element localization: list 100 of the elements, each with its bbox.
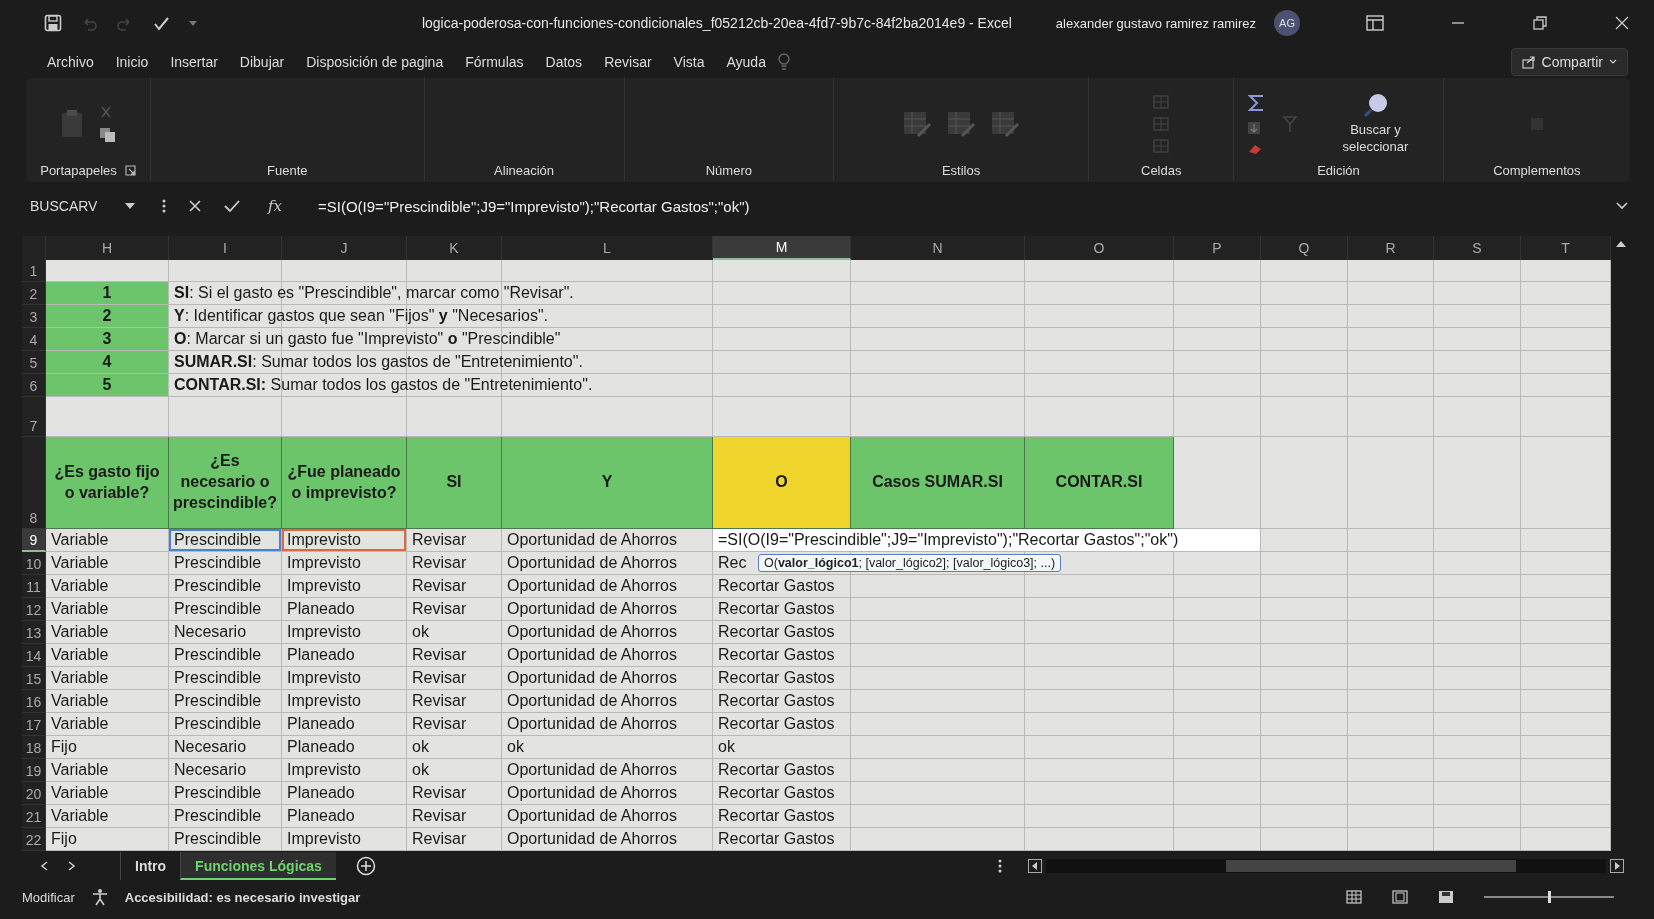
lightbulb-icon[interactable] — [776, 52, 791, 72]
row-header[interactable]: 19 — [22, 759, 46, 782]
column-header[interactable]: O — [1025, 236, 1174, 260]
table-cell: Prescindible — [169, 713, 282, 736]
ribbon-tab[interactable]: Ayuda — [715, 50, 777, 74]
row-header[interactable]: 10 — [22, 552, 46, 575]
row-header[interactable]: 14 — [22, 644, 46, 667]
table-cell: Fijo — [46, 736, 169, 759]
column-header[interactable]: P — [1174, 236, 1261, 260]
table-cell: Revisar — [407, 805, 502, 828]
ribbon-tab[interactable]: Revisar — [593, 50, 663, 74]
column-header[interactable]: J — [282, 236, 407, 260]
row-header[interactable]: 16 — [22, 690, 46, 713]
table-cell: Necesario — [169, 736, 282, 759]
ribbon-tab[interactable]: Disposición de pagina — [295, 50, 455, 74]
row-header[interactable]: 11 — [22, 575, 46, 598]
sheet-tab[interactable]: Funciones Lógicas — [180, 852, 336, 880]
scroll-up-icon[interactable] — [1616, 240, 1626, 248]
restore-icon[interactable] — [1532, 15, 1548, 31]
ribbon-group-label: Alineación — [494, 163, 555, 178]
row-header[interactable]: 5 — [22, 351, 46, 374]
ribbon-tab[interactable]: Archivo — [36, 50, 105, 74]
next-sheet-icon[interactable] — [68, 861, 76, 871]
column-header[interactable]: M — [713, 236, 851, 260]
row-header[interactable]: 22 — [22, 828, 46, 851]
row-header[interactable]: 17 — [22, 713, 46, 736]
name-box[interactable]: BUSCARV — [30, 198, 140, 214]
column-header[interactable]: K — [407, 236, 502, 260]
table-cell: ok — [407, 736, 502, 759]
caret-icon[interactable] — [188, 19, 198, 27]
row-header[interactable]: 2 — [22, 282, 46, 305]
ribbon-group-label: Estilos — [941, 163, 981, 178]
column-header[interactable]: H — [46, 236, 169, 260]
table-cell: Variable — [46, 575, 169, 598]
cell-editor[interactable]: =SI(O(I9="Prescindible";J9="Imprevisto");"Recortar Gastos";"ok") — [713, 529, 1261, 552]
accessibility-icon[interactable] — [90, 888, 109, 906]
column-header[interactable]: N — [851, 236, 1025, 260]
normal-view-icon[interactable] — [1346, 890, 1362, 904]
row-header[interactable]: 21 — [22, 805, 46, 828]
expand-icon[interactable] — [1616, 202, 1628, 210]
ribbon-tab[interactable]: Dibujar — [228, 50, 296, 74]
ribbon-display-icon[interactable] — [1366, 15, 1384, 31]
enter-check-icon[interactable] — [224, 199, 240, 213]
row-header[interactable]: 8 — [22, 437, 46, 529]
row-header[interactable]: 3 — [22, 305, 46, 328]
ribbon-tab[interactable]: Datos — [534, 50, 594, 74]
row-header[interactable]: 13 — [22, 621, 46, 644]
column-header[interactable]: I — [169, 236, 282, 260]
previous-sheet-icon[interactable] — [40, 861, 48, 871]
scrollbar-thumb[interactable] — [1226, 860, 1516, 872]
row-header[interactable]: 4 — [22, 328, 46, 351]
page-break-icon[interactable] — [1438, 890, 1454, 904]
row-header[interactable]: 1 — [22, 260, 46, 282]
caret-icon — [125, 203, 136, 209]
copy-icon[interactable] — [99, 126, 118, 143]
column-header[interactable]: L — [502, 236, 713, 260]
column-header[interactable]: R — [1348, 236, 1434, 260]
user-avatar[interactable]: AG — [1274, 10, 1300, 36]
row-header[interactable]: 18 — [22, 736, 46, 759]
insert-cells-icon[interactable] — [1153, 94, 1170, 109]
table-cell: Variable — [46, 782, 169, 805]
eraser-icon[interactable] — [1246, 142, 1263, 155]
fill-down-icon[interactable] — [1246, 120, 1261, 135]
page-layout-icon[interactable] — [1392, 890, 1408, 904]
row-header[interactable]: 20 — [22, 782, 46, 805]
ribbon-tab[interactable]: Fórmulas — [454, 50, 535, 74]
table-cell: Variable — [46, 713, 169, 736]
find-select-button[interactable]: Buscar y seleccionar — [1320, 91, 1431, 156]
ribbon-tab[interactable]: Vista — [662, 50, 716, 74]
more-options-icon[interactable] — [162, 199, 166, 213]
share-button[interactable]: Compartir — [1510, 48, 1628, 76]
column-heading: ¿Es necesario o prescindible? — [169, 437, 282, 529]
close-icon[interactable] — [1614, 15, 1630, 31]
more-options-icon[interactable] — [998, 859, 1002, 873]
ribbon-tab[interactable]: Inicio — [104, 50, 160, 74]
row-header[interactable]: 9 — [22, 529, 46, 552]
dialog-launcher-icon[interactable] — [124, 165, 136, 176]
delete-cells-icon[interactable] — [1153, 116, 1170, 131]
ribbon-group-label: Fuente — [267, 163, 308, 178]
table-cell: Prescindible — [169, 782, 282, 805]
format-cells-icon[interactable] — [1153, 138, 1170, 153]
row-header[interactable]: 12 — [22, 598, 46, 621]
add-sheet-icon[interactable] — [355, 856, 376, 876]
step-number: 4 — [46, 351, 169, 374]
save-icon[interactable] — [44, 14, 62, 32]
column-header[interactable]: T — [1521, 236, 1611, 260]
scroll-left-icon[interactable] — [1028, 859, 1042, 873]
table-cell: Prescindible — [169, 690, 282, 713]
column-header[interactable]: S — [1434, 236, 1521, 260]
accessibility-status[interactable]: Accesibilidad: es necesario investigar — [124, 889, 361, 905]
scroll-right-icon[interactable] — [1610, 859, 1624, 873]
formula-input[interactable]: =SI(O(I9="Prescindible";J9="Imprevisto");"Recortar Gastos";"ok") — [318, 197, 1594, 215]
column-header[interactable]: Q — [1261, 236, 1348, 260]
zoom-slider-thumb[interactable] — [1547, 891, 1551, 903]
ribbon-tab[interactable]: Insertar — [159, 50, 229, 74]
cancel-icon[interactable] — [188, 199, 202, 213]
row-header[interactable]: 15 — [22, 667, 46, 690]
row-header[interactable]: 6 — [22, 374, 46, 397]
row-header[interactable]: 7 — [22, 397, 46, 437]
insert-function-button[interactable]: fx — [262, 196, 288, 216]
